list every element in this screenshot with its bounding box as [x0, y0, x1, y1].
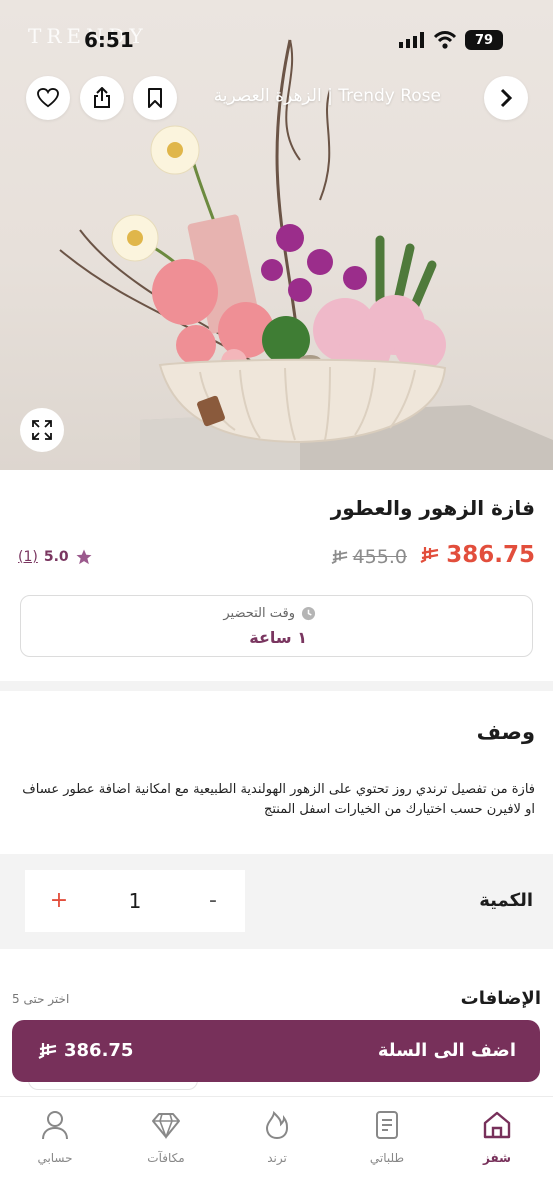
rating-value: 5.0 — [43, 549, 69, 565]
decrease-button[interactable]: - — [201, 888, 225, 913]
addons-hint: اختر حتى 5 — [12, 992, 70, 1006]
quantity-label: الكمية — [479, 890, 533, 911]
old-price-value: 455.0 — [352, 546, 407, 568]
store-name[interactable]: Trendy Rose | الزهرة العصرية — [214, 86, 441, 106]
cart-total-value: 386.75 — [64, 1040, 134, 1061]
add-to-cart-button[interactable]: اضف الى السلة 386.75 — [12, 1020, 540, 1082]
prep-time-card: وقت التحضير ١ ساعة — [20, 595, 533, 657]
tab-account[interactable]: حسابي — [15, 1109, 95, 1165]
status-icons: 79 — [399, 30, 503, 50]
share-icon — [94, 87, 110, 108]
rating-count[interactable]: (1) — [18, 549, 38, 565]
clock: 6:51 — [84, 28, 134, 52]
current-price-value: 386.75 — [446, 542, 535, 568]
fullscreen-button[interactable] — [20, 408, 64, 452]
diamond-icon — [152, 1113, 180, 1140]
status-bar: TRENDY 6:51 79 — [0, 22, 553, 60]
tab-home-label: شفز — [483, 1151, 511, 1165]
product-image[interactable]: TRENDY 6:51 79 Trendy Rose | الزهرة العص… — [0, 0, 553, 470]
prep-time-value: ١ ساعة — [249, 628, 307, 647]
prep-time-label: وقت التحضير — [223, 606, 295, 621]
tab-rewards-label: مكافآت — [147, 1151, 185, 1165]
tab-orders-label: طلباتي — [369, 1151, 405, 1165]
tab-account-label: حسابي — [37, 1151, 73, 1165]
cart-total: 386.75 — [38, 1040, 133, 1061]
rating[interactable]: (1) 5.0 — [18, 548, 93, 566]
wifi-icon — [433, 31, 457, 49]
riyal-icon — [38, 1042, 57, 1059]
add-to-cart-label: اضف الى السلة — [377, 1040, 516, 1061]
description-title: وصف — [476, 720, 535, 744]
share-button[interactable] — [80, 76, 124, 120]
prep-time-label-row: وقت التحضير — [223, 606, 316, 621]
clock-icon — [301, 606, 316, 621]
quantity-value: 1 — [128, 889, 142, 913]
addons-title: الإضافات — [460, 988, 541, 1009]
user-icon — [42, 1111, 68, 1140]
tab-trend-label: ترند — [267, 1151, 287, 1165]
orders-icon — [376, 1111, 398, 1139]
flame-icon — [265, 1110, 289, 1140]
battery-indicator: 79 — [465, 30, 503, 50]
riyal-icon — [331, 549, 347, 565]
quantity-stepper: + 1 - — [25, 870, 245, 932]
favorite-button[interactable] — [26, 76, 70, 120]
tab-trend[interactable]: ترند — [237, 1109, 317, 1165]
expand-icon — [32, 420, 52, 440]
tab-home[interactable]: شفز — [457, 1109, 537, 1165]
star-icon — [76, 549, 92, 565]
increase-button[interactable]: + — [47, 888, 71, 913]
tab-rewards[interactable]: مكافآت — [126, 1109, 206, 1165]
home-icon — [483, 1111, 511, 1139]
bookmark-button[interactable] — [133, 76, 177, 120]
signal-icon — [399, 32, 424, 48]
riyal-icon — [420, 547, 439, 563]
old-price: 455.0 — [331, 546, 407, 568]
quantity-section: الكمية + 1 - — [0, 854, 553, 949]
price-row: 386.75 455.0 (1) 5.0 — [18, 540, 535, 576]
heart-icon — [37, 88, 59, 108]
description-text: فازة من تفصيل ترندي روز تحتوي على الزهور… — [22, 782, 535, 817]
tab-orders[interactable]: طلباتي — [347, 1109, 427, 1165]
bottom-tab-bar: شفز طلباتي ترند مكافآت حسابي — [0, 1096, 553, 1200]
product-name: فازة الزهور والعطور — [330, 496, 535, 520]
chevron-right-icon — [500, 88, 513, 108]
top-bar: Trendy Rose | الزهرة العصرية — [0, 76, 553, 122]
section-divider — [0, 681, 553, 691]
current-price: 386.75 — [420, 542, 535, 568]
bookmark-icon — [148, 88, 162, 108]
back-button[interactable] — [484, 76, 528, 120]
flower-arrangement-image — [59, 39, 553, 470]
